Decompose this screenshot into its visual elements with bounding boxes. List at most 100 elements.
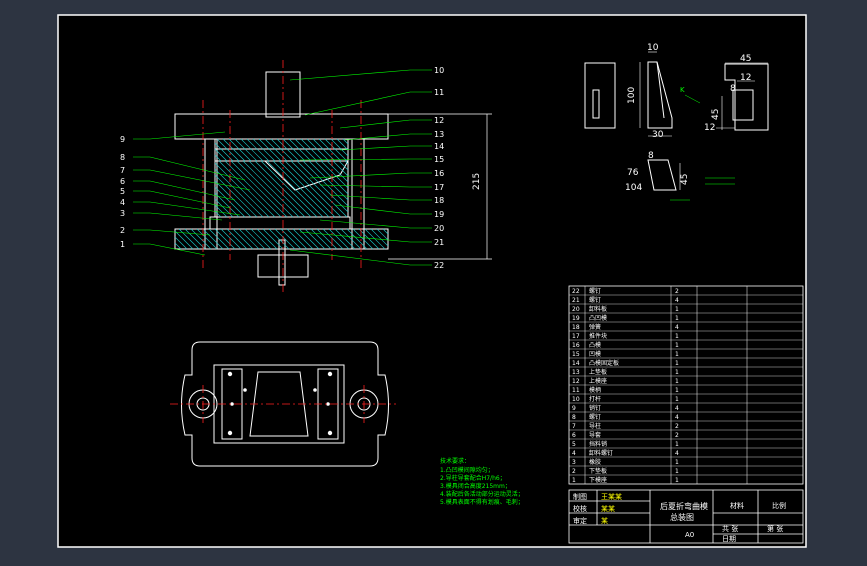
drawing-title-line1: 后夏折弯曲模 [660,501,708,511]
cad-sheet: 215 10 11 12 13 14 15 16 17 18 19 20 21 22 9 8 7 6 5 4 3 2 1 [0,0,867,562]
bom-row-name: 凸模固定板 [589,359,619,367]
bom-row-number: 6 [572,432,576,439]
bom-row-number: 12 [572,378,580,385]
tech-line: 2.导柱导套配合H7/h6； [440,474,506,482]
bom-row-qty: 1 [675,378,679,385]
callout-label-3: 3 [120,209,125,218]
bom-row-qty: 1 [675,342,679,349]
svg-text:45: 45 [740,54,751,64]
bom-row-number: 20 [572,306,580,313]
bom-row-number: 22 [572,288,580,295]
bom-row-name: 打杆 [589,395,601,403]
bom-row-name: 下垫板 [589,467,607,475]
bom-row-number: 17 [572,333,580,340]
bom-row-number: 5 [572,441,576,448]
drawing-canvas[interactable]: 215 10111213141516171819202122987654321 [0,0,867,562]
svg-text:8: 8 [648,151,654,161]
tech-line: 3.模具闭合高度215mm； [440,482,511,490]
bom-row-qty: 4 [675,324,679,331]
bom-row-name: 上模座 [589,377,607,385]
callout-label-16: 16 [434,169,444,178]
bom-row-number: 4 [572,450,576,457]
svg-text:12: 12 [740,73,751,83]
bom-row-qty: 4 [675,405,679,412]
title-row-label: 制图 [573,492,587,501]
callout-label-11: 11 [434,88,444,97]
svg-text:76: 76 [627,168,639,178]
bom-row-name: 推件块 [589,332,607,340]
bom-row-number: 13 [572,369,580,376]
bom-row-name: 卸料板 [589,305,607,313]
drawing-title-line2: 总装图 [670,512,694,522]
bom-row-name: 销钉 [589,404,601,412]
callout-label-19: 19 [434,210,444,219]
tech-line: 4.装配后各活动部分运动灵活； [440,490,524,498]
callout-label-17: 17 [434,183,444,192]
bom-row-qty: 4 [675,414,679,421]
title-row-value: 某 [601,517,608,525]
callout-label-9: 9 [120,135,125,144]
bom-row-name: 模柄 [589,386,601,394]
title-row-value: 某某 [601,505,615,513]
bom-row-name: 卸料螺钉 [589,449,613,457]
bom-row-name: 螺钉 [589,287,601,295]
drawing-scale: A0 [685,531,694,539]
tech-line: 5.模具表面不得有划痕、毛刺； [440,498,524,506]
sheet-count: 共 张 [722,524,738,533]
bom-row-number: 9 [572,405,576,412]
bom-row-number: 2 [572,468,576,475]
bom-row-number: 18 [572,324,580,331]
svg-text:45: 45 [680,174,690,185]
title-row-label: 审定 [573,516,587,525]
callout-label-8: 8 [120,153,125,162]
callout-label-22: 22 [434,261,444,270]
bom-row-name: 螺钉 [589,296,601,304]
bom-row-qty: 1 [675,441,679,448]
callout-label-4: 4 [120,198,125,207]
bom-row-qty: 2 [675,288,679,295]
bom-row-qty: 1 [675,315,679,322]
callout-label-1: 1 [120,240,125,249]
bom-row-qty: 1 [675,351,679,358]
callout-label-20: 20 [434,224,444,233]
bom-row-number: 8 [572,414,576,421]
callout-label-7: 7 [120,166,125,175]
callout-label-14: 14 [434,142,444,151]
bom-row-qty: 1 [675,369,679,376]
bom-row-qty: 1 [675,306,679,313]
callout-label-15: 15 [434,155,444,164]
date-label: 日期 [722,535,736,543]
tech-line: 1.凸凹模间隙均匀； [440,466,494,474]
sheet-number: 第 张 [767,524,783,533]
bom-row-number: 19 [572,315,580,322]
drawing-border [57,14,807,548]
bom-row-name: 弹簧 [589,323,601,331]
header-material: 材料 [730,501,744,510]
callout-label-10: 10 [434,66,444,75]
bom-row-name: 螺钉 [589,413,601,421]
bom-row-qty: 4 [675,450,679,457]
bom-row-qty: 2 [675,423,679,430]
bom-row-qty: 1 [675,333,679,340]
svg-text:10: 10 [647,43,659,53]
bom-row-name: 凸凹模 [589,314,607,322]
svg-text:104: 104 [625,183,642,193]
callout-label-6: 6 [120,177,125,186]
svg-text:100: 100 [627,87,637,104]
bom-row-name: 导柱 [589,422,601,430]
bom-row-name: 凹模 [589,350,601,358]
callout-label-2: 2 [120,226,125,235]
tech-heading: 技术要求： [440,457,470,465]
bom-row-number: 21 [572,297,580,304]
title-row-value: 王某某 [601,493,622,501]
bom-row-number: 3 [572,459,576,466]
bom-row-number: 1 [572,477,576,484]
bom-row-qty: 4 [675,297,679,304]
bom-row-name: 导套 [589,431,601,439]
bom-row-number: 11 [572,387,580,394]
bom-row-name: 上垫板 [589,368,607,376]
callout-label-21: 21 [434,238,444,247]
bom-row-number: 7 [572,423,576,430]
callout-label-13: 13 [434,130,444,139]
bom-row-name: 挡料销 [589,440,607,448]
